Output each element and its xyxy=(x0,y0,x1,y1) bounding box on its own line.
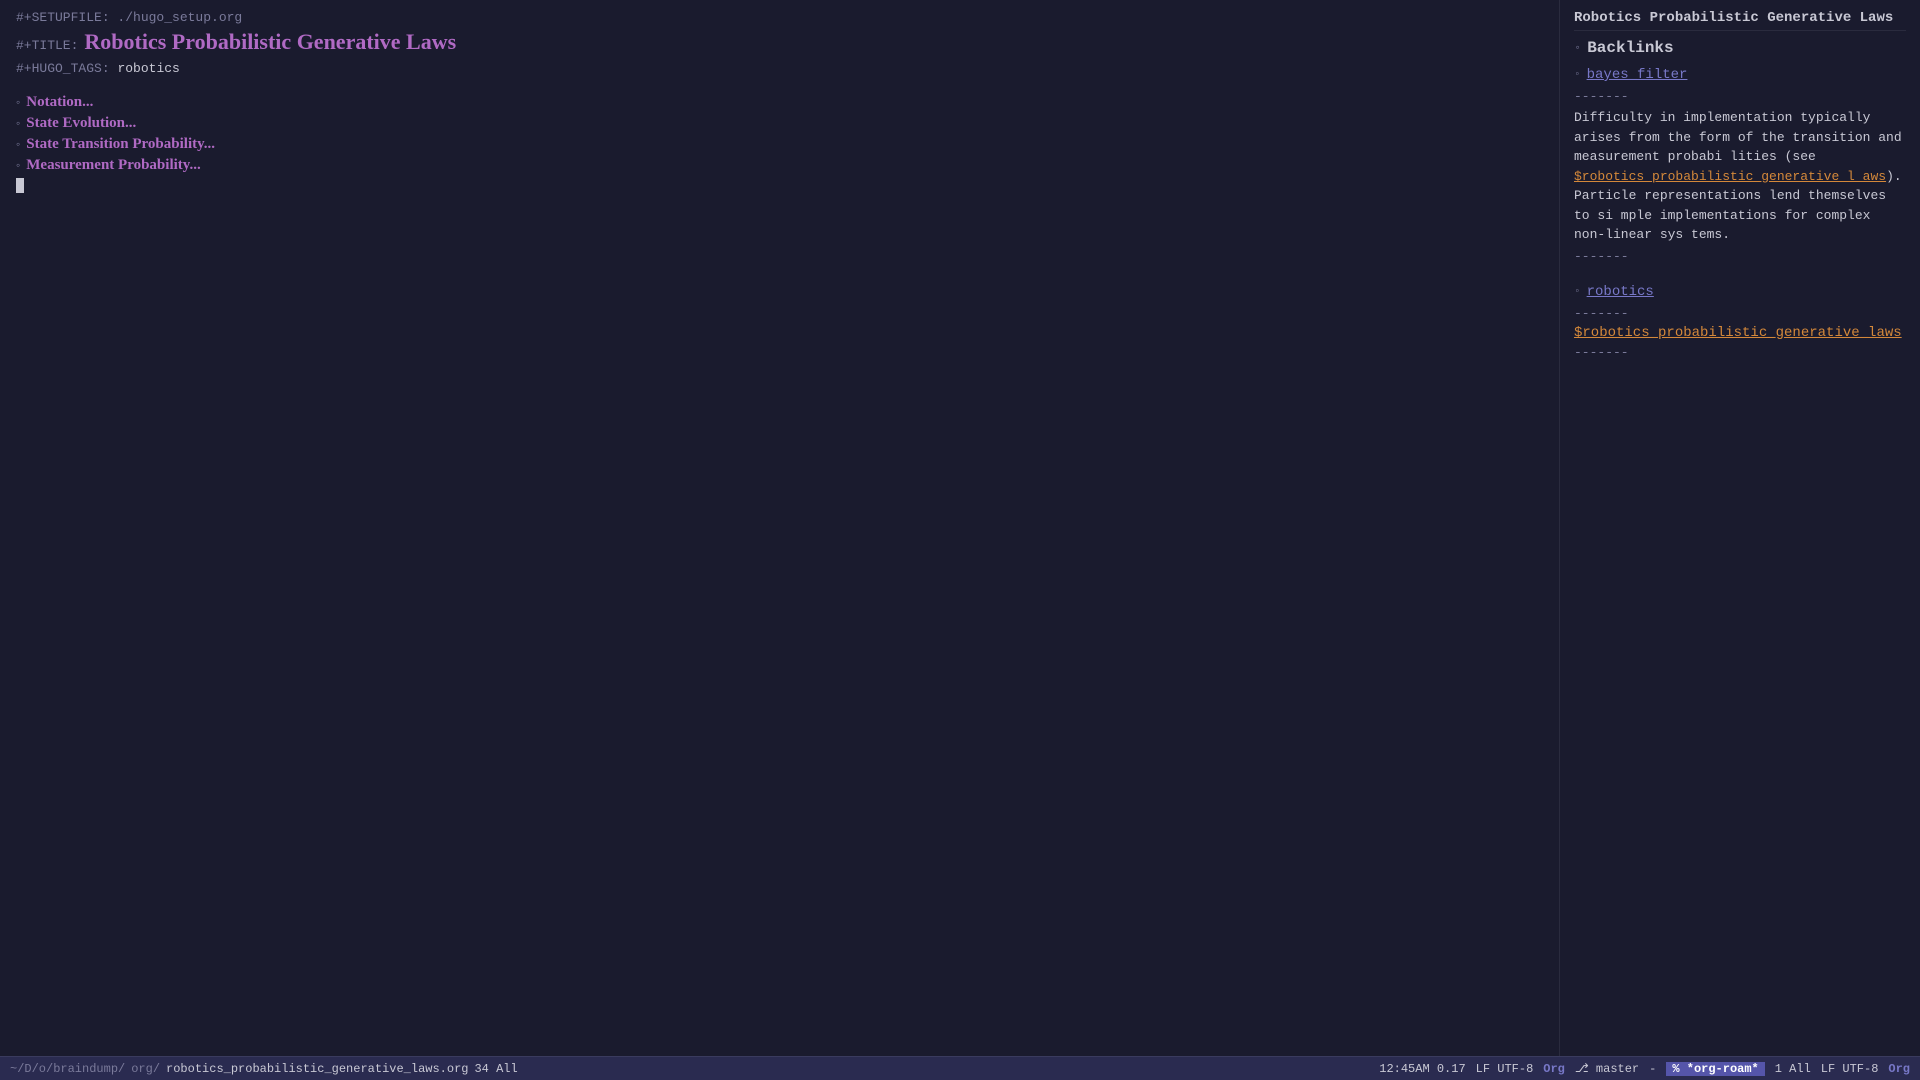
main-layout: #+SETUPFILE: ./hugo_setup.org #+TITLE: R… xyxy=(0,0,1920,1056)
status-encoding: LF UTF-8 xyxy=(1476,1062,1534,1076)
outline-bullet-3: ◦ xyxy=(16,137,20,152)
status-mode: Org xyxy=(1543,1062,1565,1076)
title-prefix: #+TITLE: xyxy=(16,38,78,53)
backlinks-label: Backlinks xyxy=(1587,39,1673,57)
backlinks-bullet: ◦ xyxy=(1574,41,1581,55)
setupfile-line: #+SETUPFILE: ./hugo_setup.org xyxy=(16,10,1543,25)
outline-bullet-4: ◦ xyxy=(16,158,20,173)
outline-text-1: Notation... xyxy=(26,94,93,111)
status-path-dir: org/ xyxy=(131,1062,160,1076)
inline-link-2[interactable]: $robotics_probabilistic_generative_laws xyxy=(1574,325,1902,341)
status-path-file: robotics_probabilistic_generative_laws.o… xyxy=(166,1062,468,1076)
tags-prefix: #+HUGO_TAGS: xyxy=(16,61,110,76)
cursor-block xyxy=(16,178,24,193)
backlinks-heading: ◦ Backlinks xyxy=(1574,39,1906,57)
status-git: ⎇ master xyxy=(1575,1061,1639,1076)
status-line-info: 34 All xyxy=(474,1062,517,1076)
outline-item-2: ◦ State Evolution... xyxy=(16,115,1543,132)
cursor-line xyxy=(16,178,1543,193)
tags-value: robotics xyxy=(117,61,179,76)
backlink-text-before: Difficulty in implementation typically a… xyxy=(1574,110,1902,164)
outline-bullet-2: ◦ xyxy=(16,116,20,131)
sidebar-window-title-text: Robotics Probabilistic Generative Laws xyxy=(1574,10,1893,26)
separator-4: ------- xyxy=(1574,345,1906,360)
sidebar-pane: Robotics Probabilistic Generative Laws ◦… xyxy=(1560,0,1920,1056)
backlink-item-robotics: ◦ robotics xyxy=(1574,284,1906,300)
status-separator-dash: - xyxy=(1649,1062,1656,1076)
outline-item-3: ◦ State Transition Probability... xyxy=(16,136,1543,153)
status-left: ~/D/o/braindump/org/robotics_probabilist… xyxy=(10,1062,518,1076)
title-line: #+TITLE: Robotics Probabilistic Generati… xyxy=(16,29,1543,55)
outline-text-4: Measurement Probability... xyxy=(26,157,200,174)
robotics-link[interactable]: robotics xyxy=(1587,284,1654,300)
outline-item-1: ◦ Notation... xyxy=(16,94,1543,111)
status-mode-indicator: % *org-roam* xyxy=(1666,1062,1764,1076)
separator-1: ------- xyxy=(1574,89,1906,104)
inline-link-2-wrapper: $robotics_probabilistic_generative_laws xyxy=(1574,325,1906,341)
backlink-bullet-robotics: ◦ xyxy=(1574,286,1581,298)
outline-item-4: ◦ Measurement Probability... xyxy=(16,157,1543,174)
outline-text-2: State Evolution... xyxy=(26,115,136,132)
outline-items: ◦ Notation... ◦ State Evolution... ◦ Sta… xyxy=(16,94,1543,174)
bayes-filter-link[interactable]: bayes_filter xyxy=(1587,67,1688,83)
status-right-encoding: LF UTF-8 xyxy=(1821,1062,1879,1076)
backlink-text-bayes: Difficulty in implementation typically a… xyxy=(1574,108,1906,245)
status-time: 12:45AM 0.17 xyxy=(1379,1062,1465,1076)
outline-text-3: State Transition Probability... xyxy=(26,136,215,153)
separator-2: ------- xyxy=(1574,249,1906,264)
editor-pane[interactable]: #+SETUPFILE: ./hugo_setup.org #+TITLE: R… xyxy=(0,0,1560,1056)
status-all-info: 1 All xyxy=(1775,1062,1811,1076)
backlink-item-bayes: ◦ bayes_filter xyxy=(1574,67,1906,83)
separator-3: ------- xyxy=(1574,306,1906,321)
status-right-mode: Org xyxy=(1888,1062,1910,1076)
status-bar: ~/D/o/braindump/org/robotics_probabilist… xyxy=(0,1056,1920,1080)
status-right: 12:45AM 0.17 LF UTF-8 Org ⎇ master - % *… xyxy=(1379,1061,1910,1076)
backlink-bullet-bayes: ◦ xyxy=(1574,69,1581,81)
tags-line: #+HUGO_TAGS: robotics xyxy=(16,61,1543,76)
outline-bullet-1: ◦ xyxy=(16,95,20,110)
inline-link-1[interactable]: $robotics_probabilistic_generative_l aws xyxy=(1574,169,1886,184)
status-path-prefix: ~/D/o/braindump/ xyxy=(10,1062,125,1076)
sidebar-window-title: Robotics Probabilistic Generative Laws xyxy=(1574,10,1906,31)
document-title: Robotics Probabilistic Generative Laws xyxy=(84,29,456,55)
